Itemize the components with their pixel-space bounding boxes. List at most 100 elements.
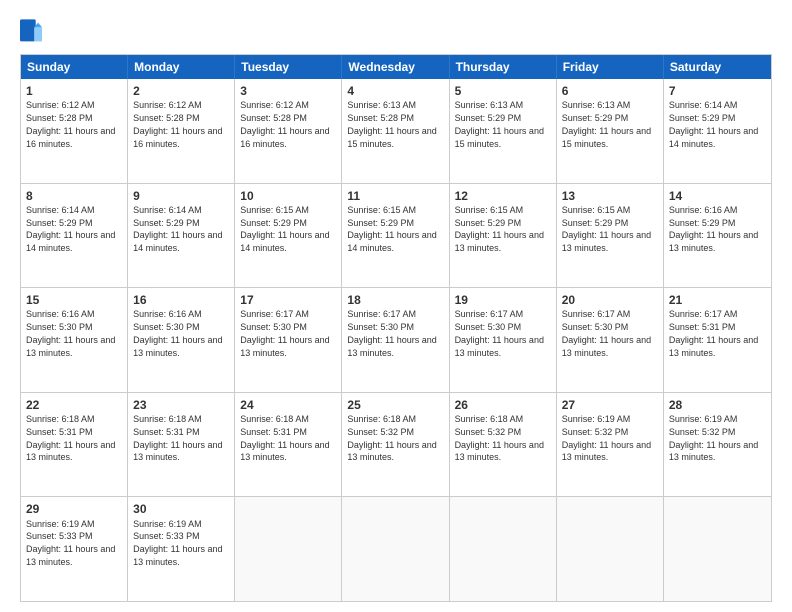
header (20, 18, 772, 46)
day-info: Sunrise: 6:18 AM Sunset: 5:32 PM Dayligh… (455, 414, 544, 462)
day-info: Sunrise: 6:18 AM Sunset: 5:32 PM Dayligh… (347, 414, 436, 462)
empty-cell (450, 497, 557, 601)
day-cell-16: 16Sunrise: 6:16 AM Sunset: 5:30 PM Dayli… (128, 288, 235, 392)
day-info: Sunrise: 6:17 AM Sunset: 5:30 PM Dayligh… (347, 309, 436, 357)
day-cell-26: 26Sunrise: 6:18 AM Sunset: 5:32 PM Dayli… (450, 393, 557, 497)
calendar-page: SundayMondayTuesdayWednesdayThursdayFrid… (0, 0, 792, 612)
day-cell-24: 24Sunrise: 6:18 AM Sunset: 5:31 PM Dayli… (235, 393, 342, 497)
calendar-row-2: 8Sunrise: 6:14 AM Sunset: 5:29 PM Daylig… (21, 183, 771, 288)
day-number: 1 (26, 83, 122, 99)
calendar-row-5: 29Sunrise: 6:19 AM Sunset: 5:33 PM Dayli… (21, 496, 771, 601)
calendar-header: SundayMondayTuesdayWednesdayThursdayFrid… (21, 55, 771, 79)
day-number: 5 (455, 83, 551, 99)
day-cell-3: 3Sunrise: 6:12 AM Sunset: 5:28 PM Daylig… (235, 79, 342, 183)
day-cell-10: 10Sunrise: 6:15 AM Sunset: 5:29 PM Dayli… (235, 184, 342, 288)
calendar-body: 1Sunrise: 6:12 AM Sunset: 5:28 PM Daylig… (21, 79, 771, 601)
header-day-saturday: Saturday (664, 55, 771, 79)
empty-cell (557, 497, 664, 601)
header-day-tuesday: Tuesday (235, 55, 342, 79)
day-number: 27 (562, 397, 658, 413)
day-number: 20 (562, 292, 658, 308)
day-info: Sunrise: 6:18 AM Sunset: 5:31 PM Dayligh… (26, 414, 115, 462)
logo (20, 18, 46, 46)
calendar-row-1: 1Sunrise: 6:12 AM Sunset: 5:28 PM Daylig… (21, 79, 771, 183)
day-info: Sunrise: 6:16 AM Sunset: 5:29 PM Dayligh… (669, 205, 758, 253)
day-info: Sunrise: 6:15 AM Sunset: 5:29 PM Dayligh… (455, 205, 544, 253)
day-cell-9: 9Sunrise: 6:14 AM Sunset: 5:29 PM Daylig… (128, 184, 235, 288)
day-cell-6: 6Sunrise: 6:13 AM Sunset: 5:29 PM Daylig… (557, 79, 664, 183)
day-info: Sunrise: 6:12 AM Sunset: 5:28 PM Dayligh… (26, 100, 115, 148)
header-day-monday: Monday (128, 55, 235, 79)
day-number: 22 (26, 397, 122, 413)
day-info: Sunrise: 6:15 AM Sunset: 5:29 PM Dayligh… (240, 205, 329, 253)
day-number: 8 (26, 188, 122, 204)
empty-cell (235, 497, 342, 601)
day-number: 16 (133, 292, 229, 308)
day-cell-15: 15Sunrise: 6:16 AM Sunset: 5:30 PM Dayli… (21, 288, 128, 392)
day-info: Sunrise: 6:13 AM Sunset: 5:28 PM Dayligh… (347, 100, 436, 148)
day-cell-23: 23Sunrise: 6:18 AM Sunset: 5:31 PM Dayli… (128, 393, 235, 497)
day-number: 2 (133, 83, 229, 99)
day-cell-30: 30 Sunrise: 6:19 AM Sunset: 5:33 PM Dayli… (128, 497, 235, 601)
day-cell-19: 19Sunrise: 6:17 AM Sunset: 5:30 PM Dayli… (450, 288, 557, 392)
day-cell-25: 25Sunrise: 6:18 AM Sunset: 5:32 PM Dayli… (342, 393, 449, 497)
day-number: 24 (240, 397, 336, 413)
day-number: 12 (455, 188, 551, 204)
header-day-thursday: Thursday (450, 55, 557, 79)
day-number: 30 (133, 501, 229, 517)
day-cell-17: 17Sunrise: 6:17 AM Sunset: 5:30 PM Dayli… (235, 288, 342, 392)
day-number: 18 (347, 292, 443, 308)
day-info: Sunrise: 6:12 AM Sunset: 5:28 PM Dayligh… (133, 100, 222, 148)
day-info: Sunrise: 6:18 AM Sunset: 5:31 PM Dayligh… (133, 414, 222, 462)
day-cell-1: 1Sunrise: 6:12 AM Sunset: 5:28 PM Daylig… (21, 79, 128, 183)
day-info: Sunrise: 6:19 AM Sunset: 5:32 PM Dayligh… (562, 414, 651, 462)
day-cell-27: 27Sunrise: 6:19 AM Sunset: 5:32 PM Dayli… (557, 393, 664, 497)
day-cell-28: 28Sunrise: 6:19 AM Sunset: 5:32 PM Dayli… (664, 393, 771, 497)
day-number: 11 (347, 188, 443, 204)
day-cell-12: 12Sunrise: 6:15 AM Sunset: 5:29 PM Dayli… (450, 184, 557, 288)
day-cell-2: 2Sunrise: 6:12 AM Sunset: 5:28 PM Daylig… (128, 79, 235, 183)
day-number: 6 (562, 83, 658, 99)
day-info: Sunrise: 6:18 AM Sunset: 5:31 PM Dayligh… (240, 414, 329, 462)
day-cell-4: 4Sunrise: 6:13 AM Sunset: 5:28 PM Daylig… (342, 79, 449, 183)
day-info: Sunrise: 6:17 AM Sunset: 5:30 PM Dayligh… (240, 309, 329, 357)
day-number: 14 (669, 188, 766, 204)
logo-icon (20, 18, 42, 46)
day-info: Sunrise: 6:19 AM Sunset: 5:33 PM Dayligh… (133, 519, 222, 567)
day-info: Sunrise: 6:13 AM Sunset: 5:29 PM Dayligh… (455, 100, 544, 148)
day-number: 7 (669, 83, 766, 99)
day-cell-11: 11Sunrise: 6:15 AM Sunset: 5:29 PM Dayli… (342, 184, 449, 288)
header-day-wednesday: Wednesday (342, 55, 449, 79)
calendar-row-4: 22Sunrise: 6:18 AM Sunset: 5:31 PM Dayli… (21, 392, 771, 497)
empty-cell (664, 497, 771, 601)
day-info: Sunrise: 6:19 AM Sunset: 5:32 PM Dayligh… (669, 414, 758, 462)
day-info: Sunrise: 6:13 AM Sunset: 5:29 PM Dayligh… (562, 100, 651, 148)
day-number: 4 (347, 83, 443, 99)
empty-cell (342, 497, 449, 601)
day-cell-7: 7Sunrise: 6:14 AM Sunset: 5:29 PM Daylig… (664, 79, 771, 183)
day-cell-14: 14Sunrise: 6:16 AM Sunset: 5:29 PM Dayli… (664, 184, 771, 288)
day-cell-22: 22Sunrise: 6:18 AM Sunset: 5:31 PM Dayli… (21, 393, 128, 497)
day-number: 3 (240, 83, 336, 99)
day-info: Sunrise: 6:16 AM Sunset: 5:30 PM Dayligh… (26, 309, 115, 357)
day-cell-8: 8Sunrise: 6:14 AM Sunset: 5:29 PM Daylig… (21, 184, 128, 288)
day-cell-5: 5Sunrise: 6:13 AM Sunset: 5:29 PM Daylig… (450, 79, 557, 183)
day-cell-13: 13Sunrise: 6:15 AM Sunset: 5:29 PM Dayli… (557, 184, 664, 288)
day-cell-20: 20Sunrise: 6:17 AM Sunset: 5:30 PM Dayli… (557, 288, 664, 392)
day-info: Sunrise: 6:17 AM Sunset: 5:30 PM Dayligh… (455, 309, 544, 357)
header-day-sunday: Sunday (21, 55, 128, 79)
day-info: Sunrise: 6:14 AM Sunset: 5:29 PM Dayligh… (26, 205, 115, 253)
day-info: Sunrise: 6:14 AM Sunset: 5:29 PM Dayligh… (669, 100, 758, 148)
day-number: 9 (133, 188, 229, 204)
day-info: Sunrise: 6:16 AM Sunset: 5:30 PM Dayligh… (133, 309, 222, 357)
day-info: Sunrise: 6:17 AM Sunset: 5:31 PM Dayligh… (669, 309, 758, 357)
calendar-row-3: 15Sunrise: 6:16 AM Sunset: 5:30 PM Dayli… (21, 287, 771, 392)
day-info: Sunrise: 6:14 AM Sunset: 5:29 PM Dayligh… (133, 205, 222, 253)
day-number: 10 (240, 188, 336, 204)
day-cell-21: 21Sunrise: 6:17 AM Sunset: 5:31 PM Dayli… (664, 288, 771, 392)
day-number: 15 (26, 292, 122, 308)
day-number: 13 (562, 188, 658, 204)
calendar-grid: SundayMondayTuesdayWednesdayThursdayFrid… (20, 54, 772, 602)
day-info: Sunrise: 6:15 AM Sunset: 5:29 PM Dayligh… (562, 205, 651, 253)
header-day-friday: Friday (557, 55, 664, 79)
